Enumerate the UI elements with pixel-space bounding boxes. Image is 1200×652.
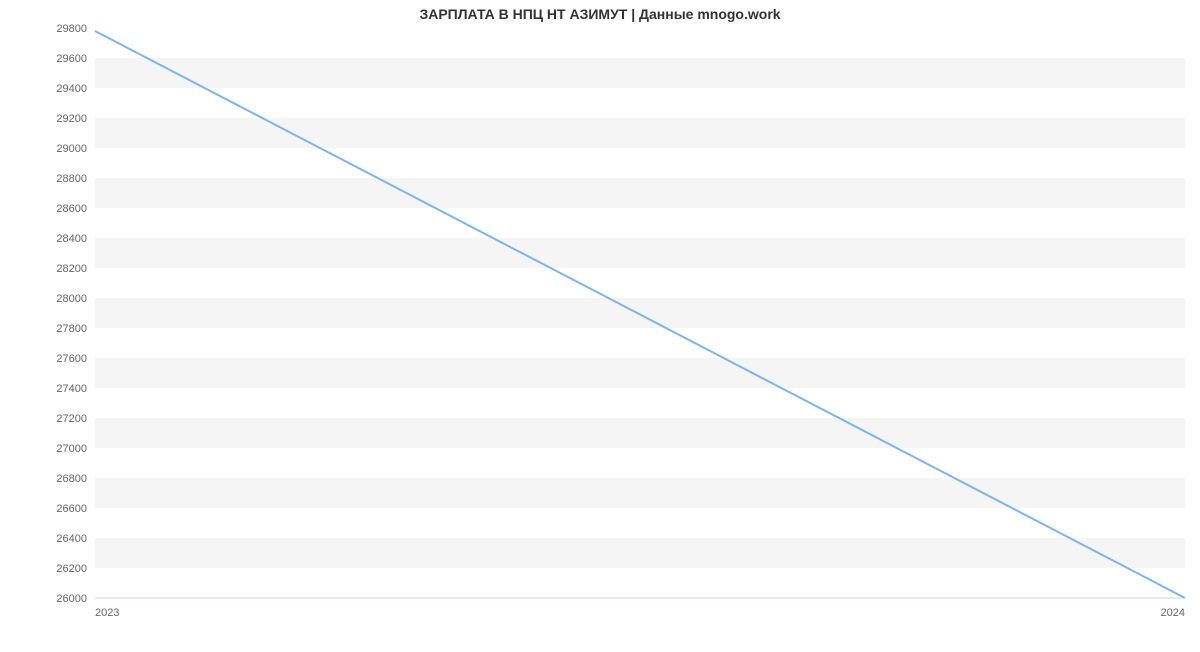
grid-band	[95, 418, 1185, 448]
y-tick-label: 28000	[56, 293, 87, 305]
y-tick-label: 29000	[56, 143, 87, 155]
chart-title: ЗАРПЛАТА В НПЦ НТ АЗИМУТ | Данные mnogo.…	[0, 0, 1200, 22]
chart-area: 26000 26200 26400 26600 26800 27000 27200 27400…	[0, 22, 1200, 652]
grid-band	[95, 118, 1185, 148]
grid-band	[95, 58, 1185, 88]
y-tick-label: 26200	[56, 563, 87, 575]
grid-band	[95, 538, 1185, 568]
y-tick-label: 28200	[56, 263, 87, 275]
y-tick-label: 26600	[56, 503, 87, 515]
y-tick-label: 27600	[56, 353, 87, 365]
y-tick-label: 28600	[56, 203, 87, 215]
y-tick-label: 27800	[56, 323, 87, 335]
y-tick-label: 29400	[56, 83, 87, 95]
y-tick-label: 29600	[56, 53, 87, 65]
chart-svg: 26000 26200 26400 26600 26800 27000 27200 27400…	[0, 22, 1200, 652]
x-tick-label: 2024	[1161, 607, 1185, 619]
y-tick-label: 26000	[56, 593, 87, 605]
y-tick-label: 29800	[56, 23, 87, 35]
grid-band	[95, 298, 1185, 328]
grid-band	[95, 358, 1185, 388]
y-tick-label: 28400	[56, 233, 87, 245]
x-tick-label: 2023	[95, 607, 119, 619]
y-tick-label: 27200	[56, 413, 87, 425]
y-tick-label: 27000	[56, 443, 87, 455]
grid-band	[95, 238, 1185, 268]
grid-band	[95, 478, 1185, 508]
y-tick-label: 26400	[56, 533, 87, 545]
y-tick-label: 27400	[56, 383, 87, 395]
grid-band	[95, 178, 1185, 208]
y-tick-label: 29200	[56, 113, 87, 125]
y-tick-label: 28800	[56, 173, 87, 185]
y-tick-label: 26800	[56, 473, 87, 485]
